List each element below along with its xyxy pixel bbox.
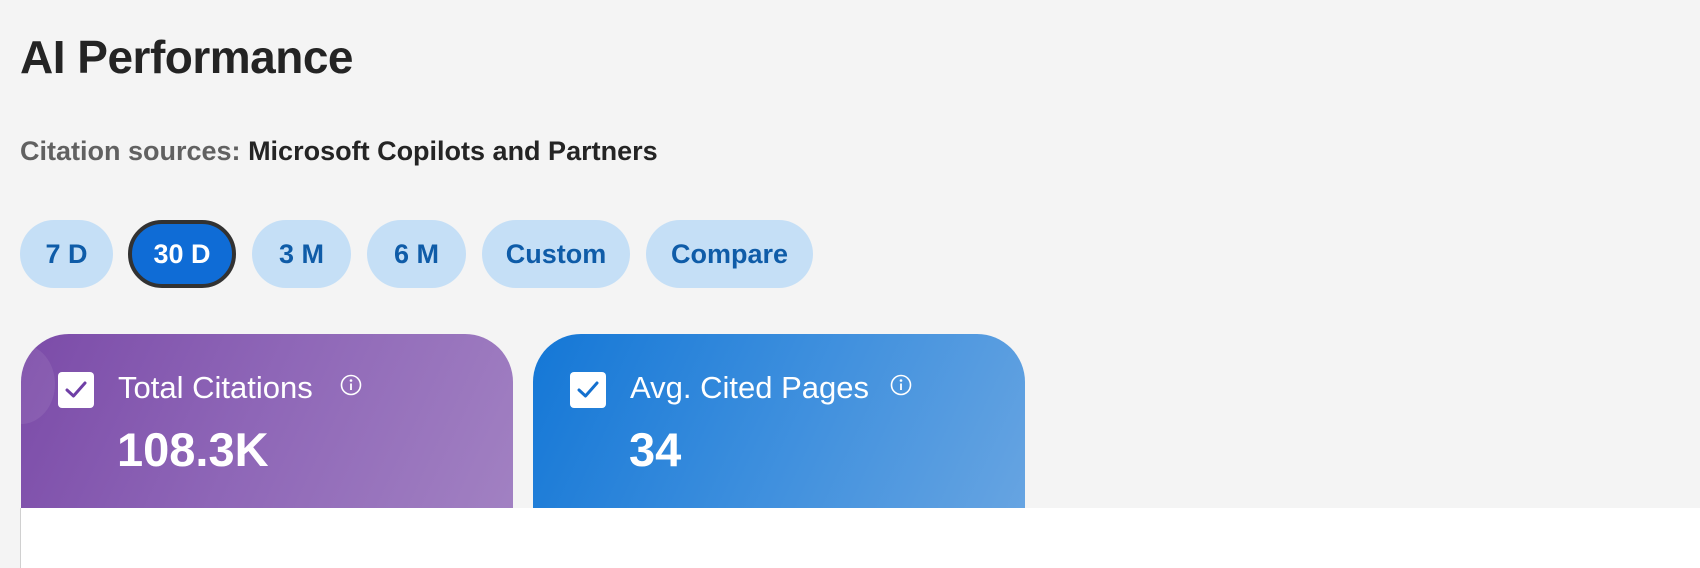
- range-custom-button[interactable]: Custom: [482, 220, 630, 288]
- metric-value: 34: [629, 423, 682, 476]
- range-3m-button[interactable]: 3 M: [252, 220, 351, 288]
- metric-label: Total Citations: [118, 370, 313, 405]
- range-30d-button[interactable]: 30 D: [128, 220, 236, 288]
- range-compare-button[interactable]: Compare: [646, 220, 813, 288]
- metric-value: 108.3K: [117, 423, 269, 476]
- avg-cited-pages-checkbox[interactable]: [570, 372, 606, 408]
- citation-sources-label: Citation sources:: [20, 136, 241, 166]
- total-citations-checkbox[interactable]: [58, 372, 94, 408]
- page-title: AI Performance: [20, 31, 354, 83]
- metric-label: Avg. Cited Pages: [630, 370, 869, 405]
- checkmark-icon: [577, 381, 599, 398]
- card-decoration: [21, 344, 55, 424]
- citation-sources: Citation sources: Microsoft Copilots and…: [20, 134, 658, 168]
- range-6m-button[interactable]: 6 M: [367, 220, 466, 288]
- citation-sources-value: Microsoft Copilots and Partners: [248, 136, 658, 166]
- chart-panel: [20, 508, 1700, 568]
- info-icon[interactable]: [890, 374, 912, 396]
- checkmark-icon: [65, 381, 87, 398]
- info-icon[interactable]: [340, 374, 362, 396]
- range-7d-button[interactable]: 7 D: [20, 220, 113, 288]
